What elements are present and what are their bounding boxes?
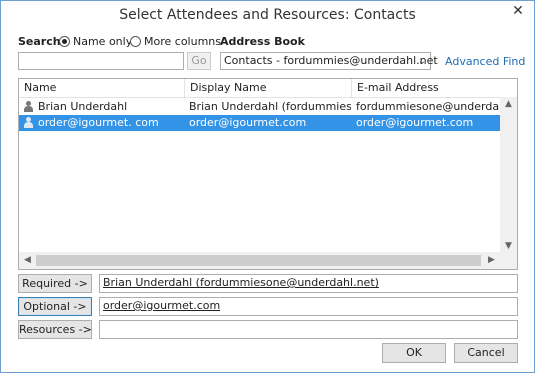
address-book-value: Contacts - fordummies@underdahl.net [224, 54, 438, 67]
optional-value: order@igourmet.com [103, 299, 221, 312]
row-display-name: Brian Underdahl (fordummiesone@underdahl… [189, 100, 351, 113]
contacts-list[interactable]: Name Display Name E-mail Address Brian U… [18, 78, 518, 270]
cancel-button[interactable]: Cancel [454, 343, 518, 363]
row-name: order@igourmet. com [38, 116, 159, 129]
horizontal-scrollbar[interactable]: ◀ ▶ [19, 252, 500, 269]
required-value: Brian Underdahl (fordummiesone@underdahl… [103, 276, 379, 289]
dialog-title: Select Attendees and Resources: Contacts [119, 7, 416, 23]
list-row-selected[interactable]: order@igourmet. com order@igourmet.com o… [19, 115, 517, 131]
row-email: order@igourmet.com [356, 116, 474, 129]
name-only-label[interactable]: Name only [73, 35, 132, 48]
close-icon[interactable]: ✕ [510, 4, 526, 20]
name-only-radio[interactable] [59, 36, 70, 47]
address-book-label: Address Book [220, 35, 305, 48]
resources-button[interactable]: Resources -> [18, 320, 92, 339]
contact-icon [23, 117, 34, 129]
scrollbar-corner [500, 252, 517, 269]
required-field[interactable]: Brian Underdahl (fordummiesone@underdahl… [99, 274, 518, 293]
more-columns-radio[interactable] [130, 36, 141, 47]
scroll-right-icon[interactable]: ▶ [483, 255, 500, 265]
optional-button[interactable]: Optional -> [18, 297, 92, 316]
row-email: fordummiesone@underdahl.net [356, 100, 501, 113]
resources-field[interactable] [99, 320, 518, 339]
list-row[interactable]: Brian Underdahl Brian Underdahl (fordumm… [19, 99, 517, 115]
contact-icon [23, 101, 34, 113]
horizontal-scroll-thumb[interactable] [36, 255, 481, 266]
row-display-name: order@igourmet.com [189, 116, 307, 129]
title-bar[interactable]: Select Attendees and Resources: Contacts [1, 1, 534, 31]
address-book-select[interactable]: Contacts - fordummies@underdahl.net ⌄ [220, 52, 438, 70]
column-header-name[interactable]: Name [19, 79, 184, 97]
chevron-down-icon: ⌄ [417, 56, 426, 67]
more-columns-label[interactable]: More columns [144, 35, 221, 48]
advanced-find-link[interactable]: Advanced Find [445, 55, 525, 68]
row-name: Brian Underdahl [38, 100, 128, 113]
optional-field[interactable]: order@igourmet.com [99, 297, 518, 316]
dialog-window: Select Attendees and Resources: Contacts… [0, 0, 535, 373]
vertical-scrollbar[interactable]: ▲ ▼ [500, 97, 517, 253]
scroll-up-icon[interactable]: ▲ [500, 99, 517, 109]
column-header-display-name[interactable]: Display Name [184, 79, 350, 97]
required-button[interactable]: Required -> [18, 274, 92, 293]
column-header-email[interactable]: E-mail Address [351, 79, 507, 97]
scroll-down-icon[interactable]: ▼ [500, 241, 517, 251]
ok-button[interactable]: OK [382, 343, 446, 363]
search-input[interactable] [18, 52, 184, 70]
list-header: Name Display Name E-mail Address [19, 79, 517, 98]
scroll-left-icon[interactable]: ◀ [19, 255, 36, 265]
go-button[interactable]: Go [187, 52, 211, 70]
search-label: Search: [18, 35, 65, 48]
